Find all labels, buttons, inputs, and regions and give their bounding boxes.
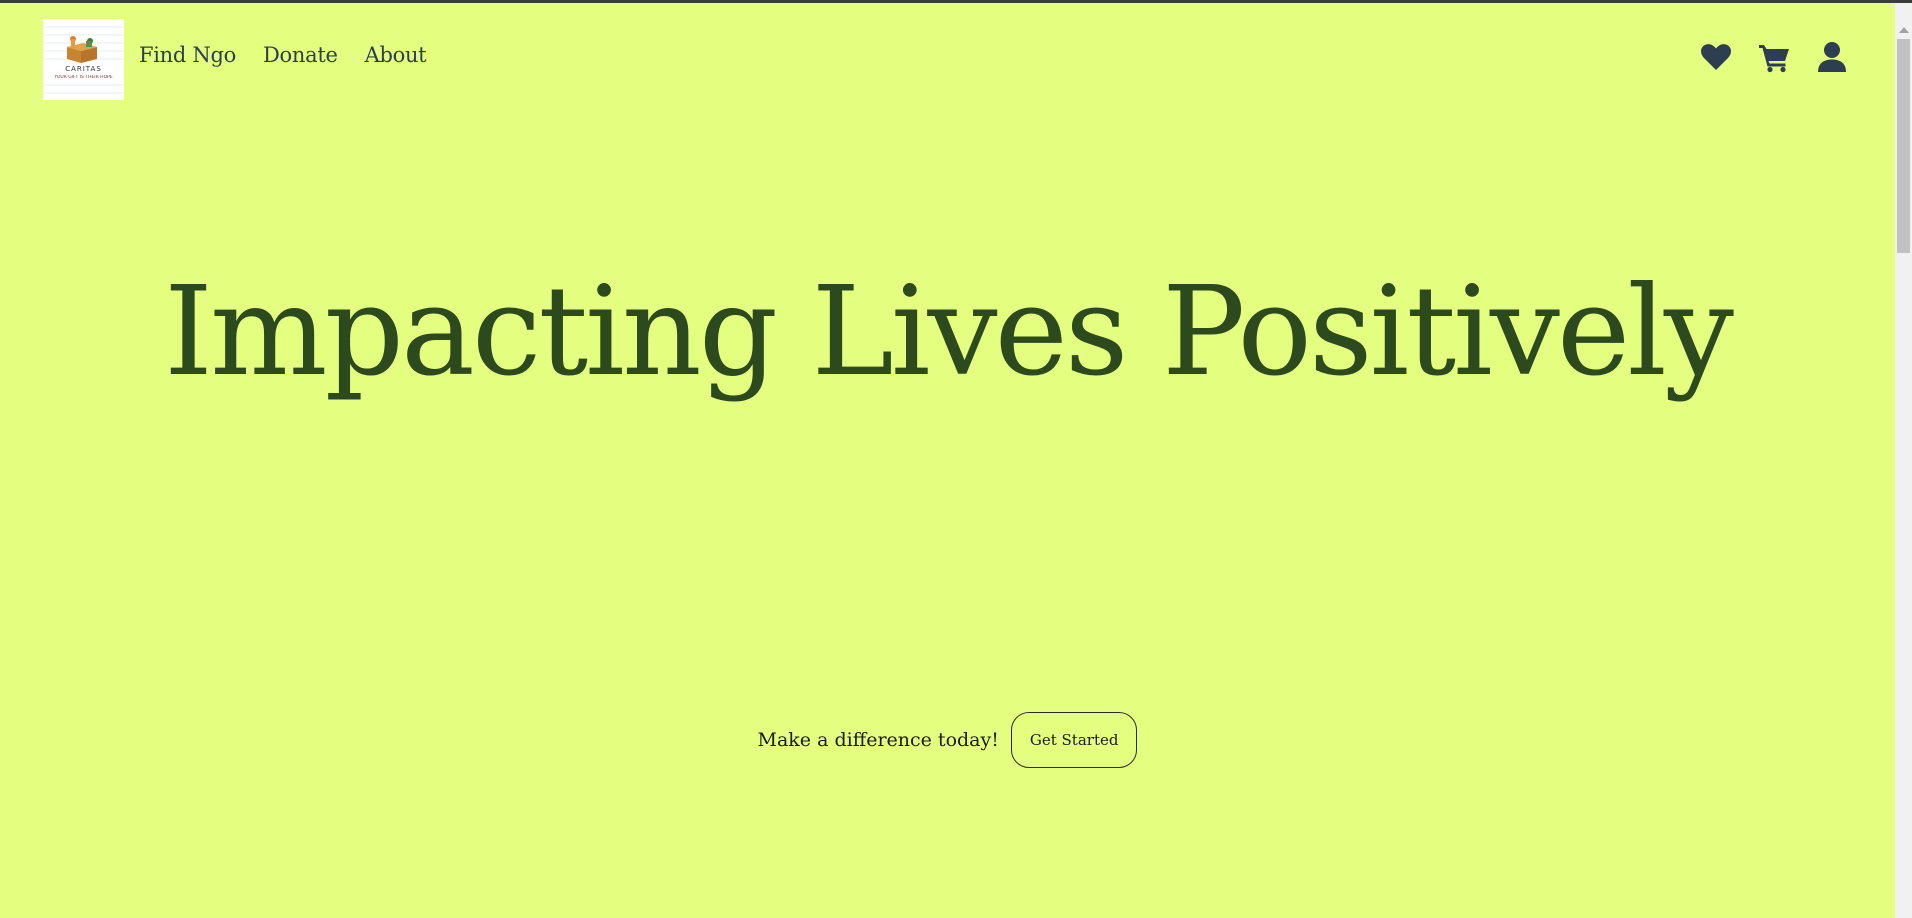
get-started-button[interactable]: Get Started	[1010, 712, 1138, 768]
donation-box-icon	[67, 36, 97, 63]
nav-link-donate[interactable]: Donate	[263, 43, 338, 67]
scrollbar[interactable]	[1895, 3, 1912, 918]
logo[interactable]: CARITAS YOUR GIFT IS THEIR HOPE	[43, 19, 124, 100]
hero-title: Impacting Lives Positively	[164, 260, 1734, 404]
cta-text: Make a difference today!	[757, 729, 999, 751]
nav-icons	[1700, 41, 1848, 73]
cart-icon[interactable]	[1758, 41, 1790, 73]
page: CARITAS YOUR GIFT IS THEIR HOPE Find Ngo…	[0, 0, 1912, 918]
cta-section: Make a difference today! Get Started	[0, 712, 1895, 768]
scrollbar-thumb[interactable]	[1897, 39, 1910, 253]
nav-link-find-ngo[interactable]: Find Ngo	[139, 43, 236, 67]
heart-icon[interactable]	[1700, 41, 1732, 73]
user-icon[interactable]	[1816, 41, 1848, 73]
navbar: CARITAS YOUR GIFT IS THEIR HOPE Find Ngo…	[0, 3, 1895, 113]
nav-link-about[interactable]: About	[365, 43, 427, 67]
logo-name: CARITAS	[65, 65, 102, 73]
nav-links: Find Ngo Donate About	[139, 43, 427, 67]
scroll-up-arrow-icon[interactable]	[1899, 27, 1909, 33]
logo-tagline: YOUR GIFT IS THEIR HOPE	[54, 75, 113, 80]
